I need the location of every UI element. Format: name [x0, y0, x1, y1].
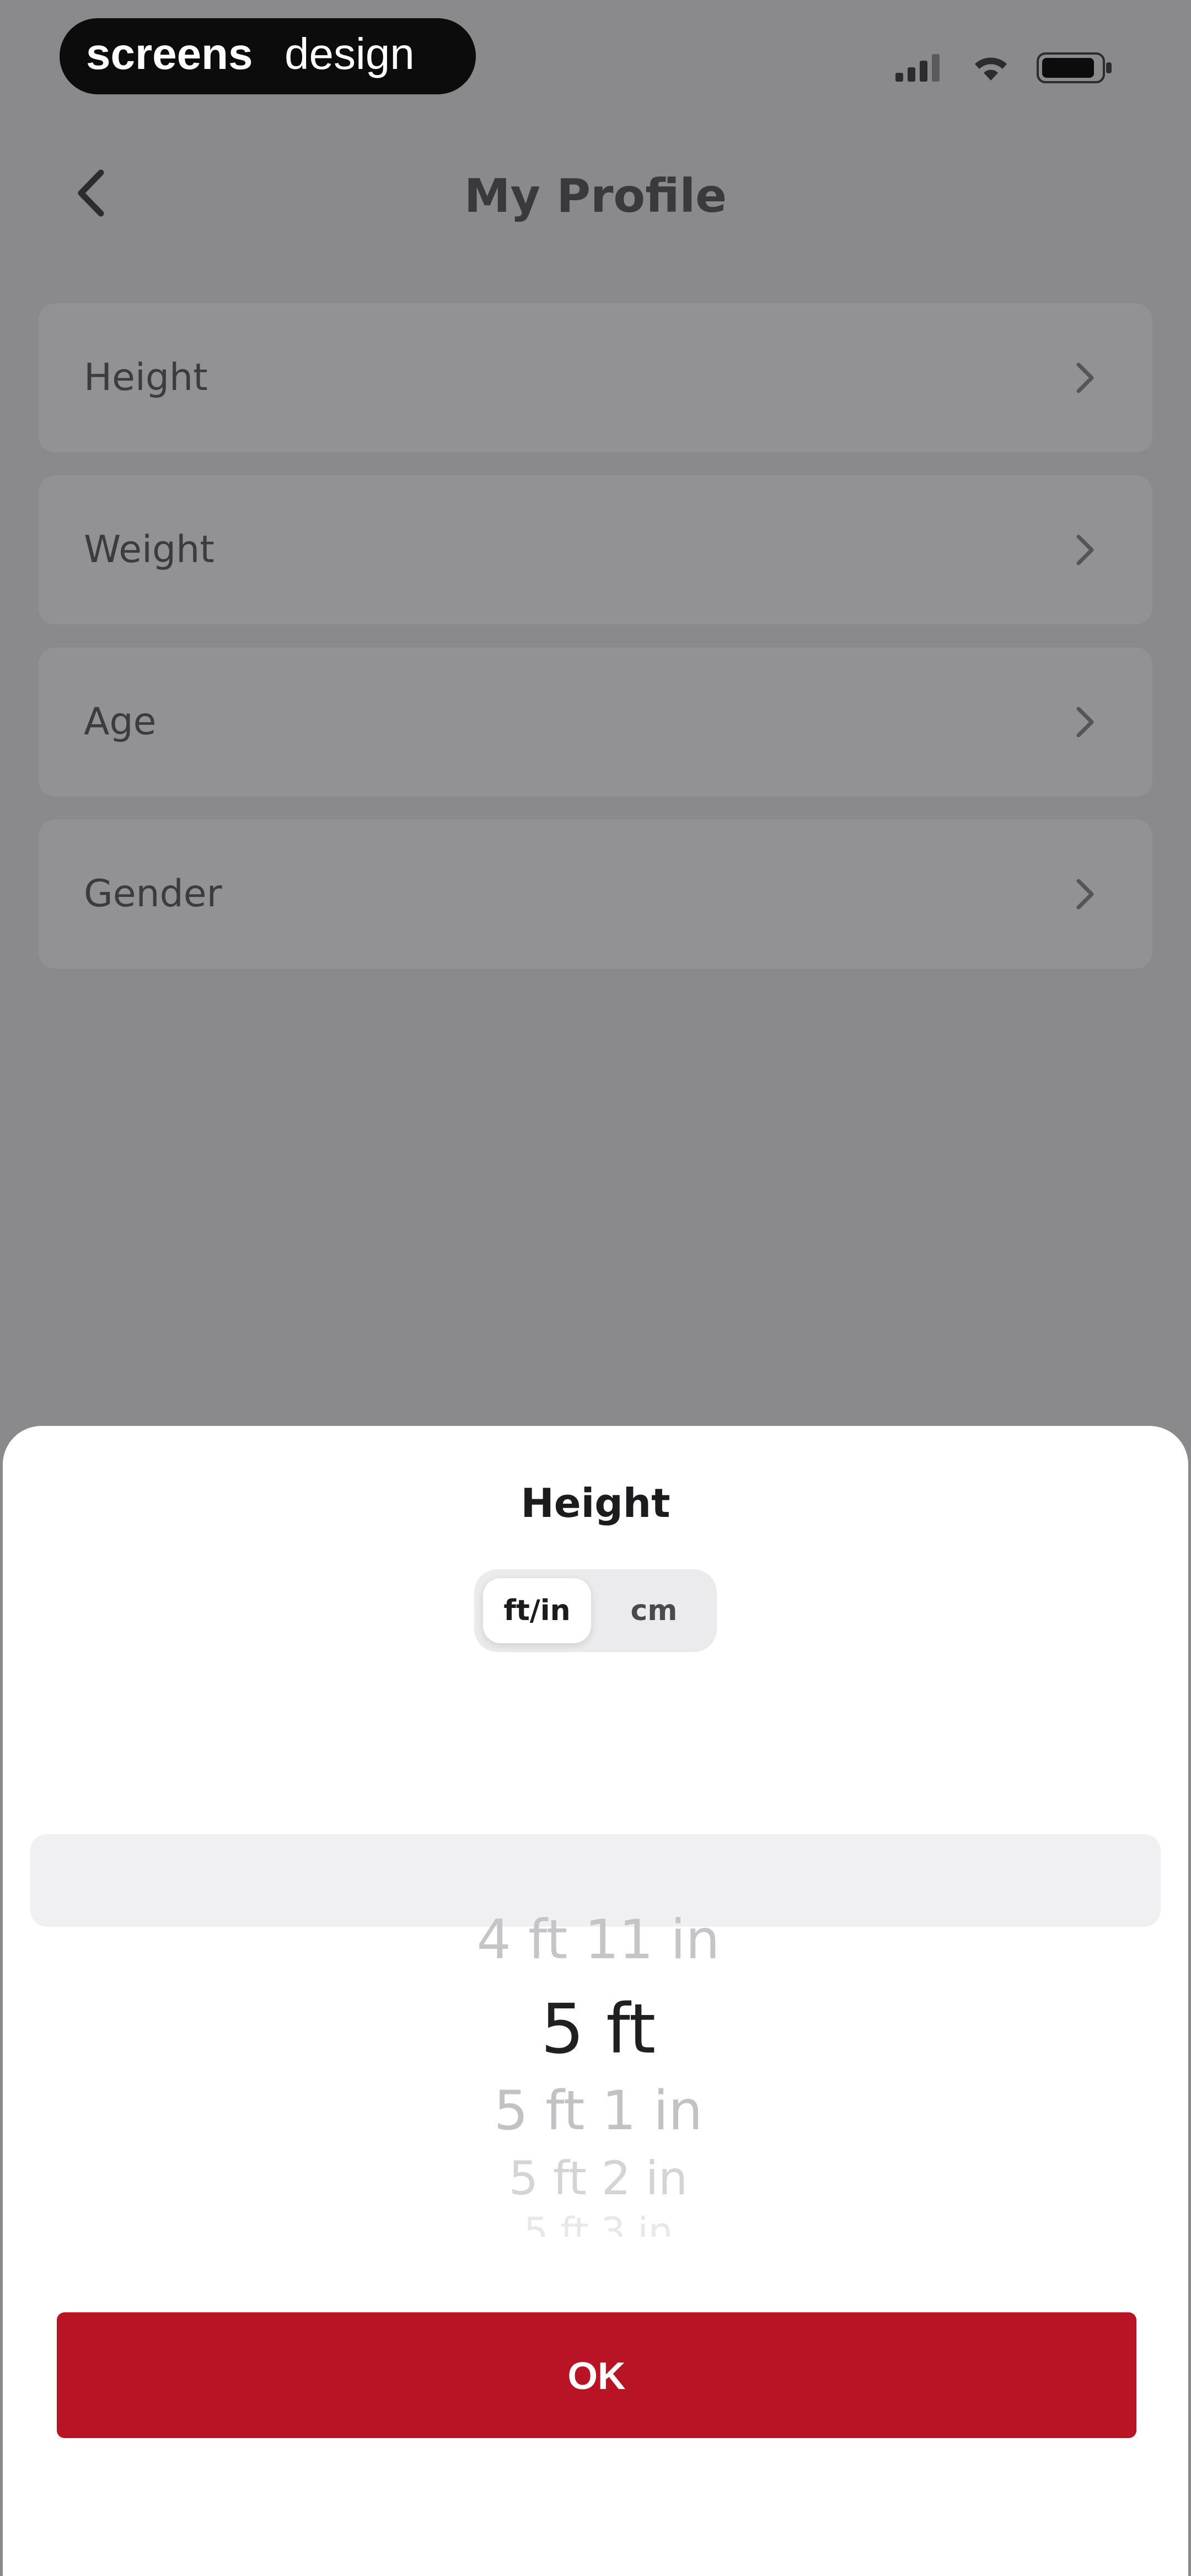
- profile-item-weight[interactable]: Weight: [39, 475, 1152, 624]
- unit-option-cm[interactable]: cm: [600, 1578, 708, 1643]
- picker-item[interactable]: 5 ft 1 in: [30, 2080, 1166, 2142]
- watermark-light-text: design: [285, 31, 415, 78]
- chevron-right-icon: [1076, 879, 1094, 910]
- header: My Profile: [0, 132, 1191, 254]
- profile-item-height[interactable]: Height: [39, 303, 1152, 452]
- picker-item[interactable]: 5 ft 3 in: [30, 2209, 1166, 2237]
- sheet-title: Height: [521, 1480, 670, 1526]
- wifi-icon: [975, 57, 1007, 81]
- profile-list: Height Weight Age Gender: [39, 303, 1152, 992]
- picker-item[interactable]: 4 ft 11 in: [30, 1909, 1166, 1971]
- height-picker[interactable]: 4 ft 11 in 5 ft 5 ft 1 in 5 ft 2 in 5 ft…: [30, 1845, 1166, 2237]
- page-title: My Profile: [464, 169, 727, 223]
- picker-item-selected[interactable]: 5 ft: [30, 1990, 1166, 2069]
- battery-icon: [1037, 52, 1112, 83]
- watermark-bold-text: screens: [86, 31, 253, 78]
- status-icons: [895, 52, 1114, 83]
- screensdesign-watermark: screens design: [60, 18, 476, 94]
- profile-item-label: Gender: [84, 872, 222, 916]
- status-bar: screens design: [0, 0, 1191, 110]
- profile-item-label: Age: [84, 700, 157, 744]
- picker-item[interactable]: 5 ft 2 in: [30, 2151, 1166, 2205]
- chevron-right-icon: [1076, 707, 1094, 737]
- cellular-signal-icon: [895, 54, 940, 82]
- unit-toggle: ft/in cm: [474, 1569, 717, 1652]
- height-bottom-sheet: Height ft/in cm 4 ft 11 in 5 ft 5 ft 1 i…: [3, 1426, 1188, 2576]
- profile-item-label: Weight: [84, 528, 214, 571]
- unit-option-ft-in[interactable]: ft/in: [483, 1578, 591, 1643]
- profile-item-label: Height: [84, 356, 208, 399]
- chevron-right-icon: [1076, 362, 1094, 393]
- chevron-right-icon: [1076, 535, 1094, 565]
- ok-button[interactable]: OK: [57, 2312, 1136, 2438]
- profile-item-gender[interactable]: Gender: [39, 820, 1152, 969]
- profile-item-age[interactable]: Age: [39, 648, 1152, 797]
